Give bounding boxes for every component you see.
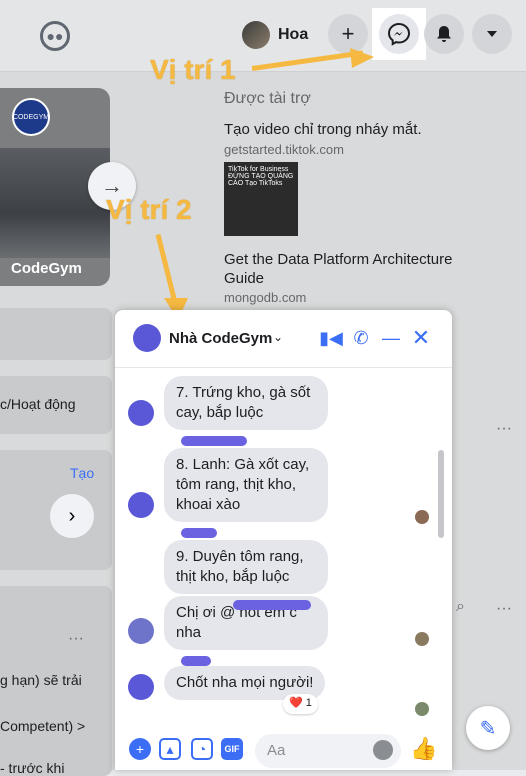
sender-avatar [128,400,154,426]
minimize-icon[interactable]: — [379,326,403,350]
bell-icon [437,26,451,42]
create-link[interactable]: Tạo [70,465,94,481]
annotation-position-1: Vị trí 1 [150,54,236,85]
gif-icon[interactable]: GIF [221,738,243,760]
sender-avatar [128,674,154,700]
sender-avatar [128,618,154,644]
profile-button[interactable]: Hoa [242,17,320,53]
story-logo: CODEGYM [12,98,50,136]
redacted-name [181,436,247,446]
redacted-name [181,528,217,538]
activity-label: c/Hoạt động [0,396,76,412]
more-icon-2[interactable]: ··· [496,600,512,618]
top-navigation-bar: ●● Hoa + [0,0,526,72]
close-icon[interactable]: ✕ [409,325,433,350]
emoji-icon[interactable] [373,740,393,760]
photo-icon[interactable]: ▴ [159,738,181,760]
account-menu-button[interactable] [472,14,512,54]
contacts-next-button[interactable]: › [50,494,94,538]
add-icon[interactable]: + [129,738,151,760]
annotation-position-2: Vị trí 2 [106,194,192,225]
ad-title-2[interactable]: Get the Data Platform Architecture Guide [224,250,484,288]
reaction-badge[interactable]: ❤️ 1 [283,694,318,714]
read-receipt-avatar [415,510,429,524]
ad-title[interactable]: Tạo video chỉ trong nháy mắt. [224,121,422,138]
messenger-highlight [372,8,426,60]
left-card [0,308,112,360]
message-bubble[interactable]: 7. Trứng kho, gà sốt cay, bắp luộc [164,376,328,430]
ad-url[interactable]: getstarted.tiktok.com [224,142,344,157]
ad-url-2[interactable]: mongodb.com [224,290,306,305]
post-more-icon[interactable]: ··· [68,630,84,648]
thumbs-up-icon[interactable]: 👍 [410,736,437,761]
sticker-icon[interactable]: ◔ [191,738,213,760]
chat-scrollbar[interactable] [438,450,444,538]
chat-title[interactable]: Nhà CodeGym [169,330,272,347]
story-photo [0,148,110,258]
sponsored-heading: Được tài trợ [224,90,311,107]
chevron-right-icon: › [68,504,76,527]
messenger-button[interactable] [379,14,419,54]
more-icon[interactable]: ··· [496,420,512,438]
redacted-mention [233,600,311,610]
arrow-head-icon [350,48,374,68]
phone-icon[interactable]: ✆ [349,326,373,350]
post-line-2: Competent) > [0,718,86,734]
group-avatar [133,324,161,352]
profile-name: Hoa [278,26,309,43]
message-list[interactable]: 7. Trứng kho, gà sốt cay, bắp luộc 8. La… [115,368,452,730]
chat-window: Nhà CodeGym ⌄ ▮◀ ✆ — ✕ 7. Trứng kho, gà … [115,310,452,770]
notifications-button[interactable] [424,14,464,54]
message-bubble[interactable]: 9. Duyên tôm rang, thịt kho, bắp luộc [164,540,328,594]
plus-icon: + [341,21,355,46]
story-name: CodeGym [11,260,82,277]
message-bubble[interactable]: 8. Lanh: Gà xốt cay, tôm rang, thịt kho,… [164,448,328,522]
chat-header[interactable]: Nhà CodeGym ⌄ ▮◀ ✆ — ✕ [115,310,452,368]
chat-composer: + ▴ ◔ GIF Aa 👍 [115,730,452,770]
chevron-down-icon [487,31,497,37]
sender-avatar [128,492,154,518]
search-icon[interactable]: ⌕ [456,598,465,616]
messenger-icon [387,22,411,46]
ad-image[interactable]: TikTok for Business ĐỪNG TẠO QUẢNG CÁO T… [224,162,298,236]
chevron-down-icon[interactable]: ⌄ [273,330,283,344]
read-receipt-avatar [415,702,429,716]
post-line-1: g hạn) sẽ trải [0,672,82,688]
video-call-icon[interactable]: ▮◀ [319,326,343,350]
redacted-name [181,656,211,666]
new-message-button[interactable]: ✎ [466,706,510,750]
avatar [242,21,270,49]
post-line-3: - trước khi [0,760,65,776]
groups-icon[interactable]: ●● [40,21,70,51]
edit-icon: ✎ [479,717,497,740]
read-receipt-avatar [415,632,429,646]
